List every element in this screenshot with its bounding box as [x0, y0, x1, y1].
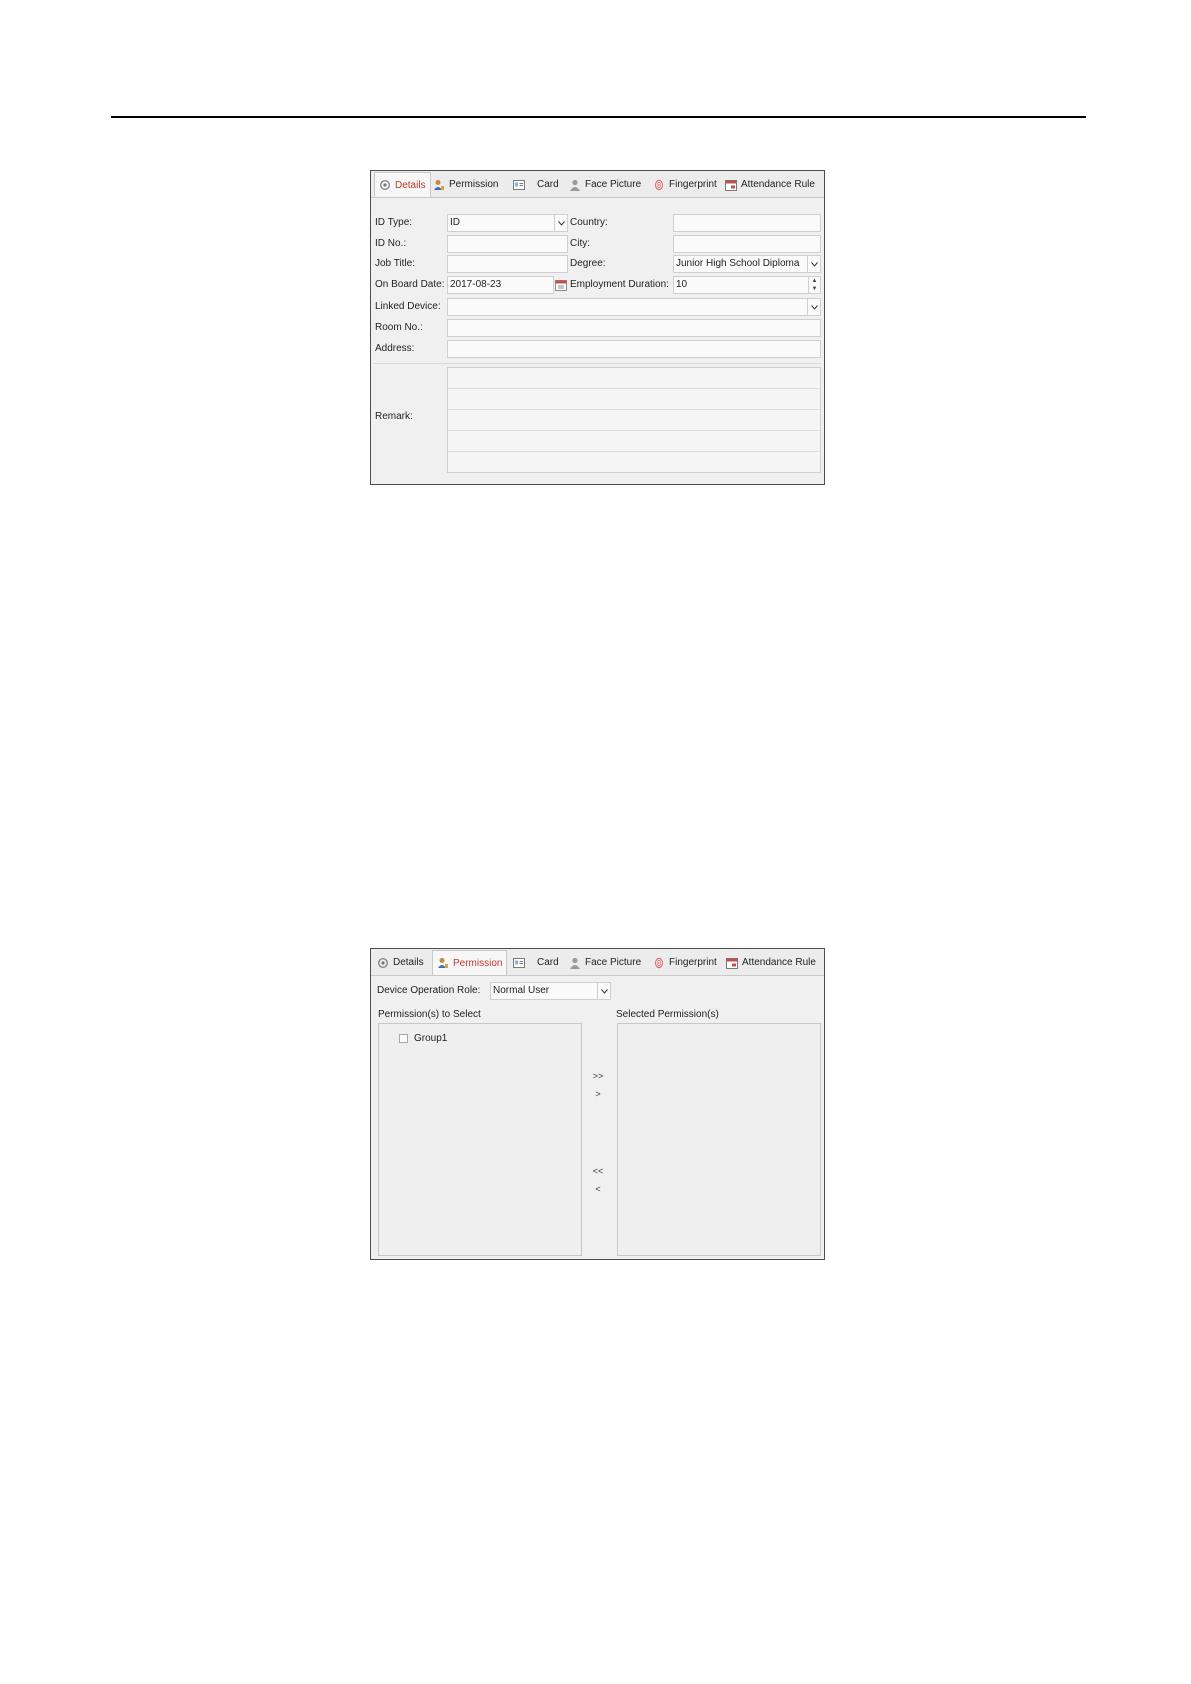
tab-face-picture[interactable]: Face Picture [569, 951, 641, 974]
chevron-down-icon[interactable] [597, 983, 610, 999]
list-item-label: Group1 [414, 1033, 448, 1044]
tab-label: Fingerprint [669, 957, 717, 968]
room-no-label: Room No.: [375, 322, 423, 333]
tab-details[interactable]: Details [377, 951, 424, 974]
linked-device-label: Linked Device: [375, 301, 441, 312]
tab-permission[interactable]: Permission [433, 173, 498, 196]
permissions-to-select-label: Permission(s) to Select [378, 1009, 481, 1020]
chevron-down-icon[interactable] [807, 256, 820, 272]
gear-icon [380, 180, 390, 190]
person-details-panel: Details Permission Card Face Picture Fin… [370, 170, 825, 485]
employment-duration-label: Employment Duration: [570, 279, 669, 290]
tab-label: Details [395, 179, 426, 191]
card-icon [513, 179, 525, 190]
address-label: Address: [375, 343, 415, 354]
card-icon [513, 957, 525, 968]
calendar-icon [725, 179, 737, 191]
tab-attendance-rule[interactable]: Attendance Rule [725, 173, 815, 196]
stepper-buttons: ▲ ▼ [808, 277, 820, 293]
tab-label: Face Picture [585, 957, 642, 968]
tab-face-picture[interactable]: Face Picture [569, 173, 641, 196]
tab-label: Details [393, 957, 424, 968]
tab-label: Attendance Rule [742, 957, 816, 968]
degree-value: Junior High School Diploma [676, 258, 800, 269]
city-label: City: [570, 238, 590, 249]
tab-card[interactable]: Card [513, 173, 559, 196]
page-header-rule [111, 116, 1086, 118]
id-no-field[interactable] [447, 235, 568, 253]
remove-all-button[interactable]: << [588, 1166, 608, 1176]
tab-label: Permission [453, 957, 503, 969]
device-operation-role-value: Normal User [493, 985, 550, 996]
calendar-icon [726, 957, 738, 969]
user-permission-icon [438, 958, 448, 968]
job-title-label: Job Title: [375, 258, 416, 269]
tab-fingerprint[interactable]: Fingerprint [653, 173, 717, 196]
list-item[interactable]: Group1 [399, 1032, 519, 1046]
selected-permissions-list[interactable] [617, 1023, 821, 1256]
country-field[interactable] [673, 214, 821, 232]
person-icon [570, 957, 580, 969]
permissions-to-select-list[interactable]: Group1 [378, 1023, 582, 1256]
user-permission-icon [434, 179, 444, 190]
chevron-down-icon[interactable] [807, 299, 820, 315]
tab-label: Attendance Rule [741, 179, 815, 190]
tab-bar: Details Permission Card Face Picture Fin… [371, 949, 824, 976]
divider [374, 363, 821, 364]
city-field[interactable] [673, 235, 821, 253]
tab-label: Card [537, 957, 559, 968]
id-type-label: ID Type: [375, 217, 413, 228]
remark-label: Remark: [375, 411, 413, 422]
selected-permissions-label: Selected Permission(s) [616, 1009, 719, 1020]
add-all-button[interactable]: >> [588, 1071, 608, 1081]
person-permission-panel: Details Permission Card Face Picture Fin… [370, 948, 825, 1260]
on-board-date-label: On Board Date: [375, 279, 445, 290]
fingerprint-icon [655, 957, 663, 968]
employment-duration-stepper[interactable]: 10 ▲ ▼ [673, 276, 821, 294]
device-operation-role-label: Device Operation Role: [377, 985, 481, 996]
tab-label: Fingerprint [669, 179, 717, 190]
degree-select[interactable]: Junior High School Diploma [673, 255, 821, 273]
chevron-down-icon[interactable] [554, 215, 567, 231]
tab-fingerprint[interactable]: Fingerprint [653, 951, 717, 974]
tab-card[interactable]: Card [513, 951, 559, 974]
fingerprint-icon [655, 179, 663, 190]
remark-textarea[interactable] [447, 367, 821, 473]
person-icon [570, 179, 580, 191]
on-board-date-field[interactable]: 2017-08-23 [447, 276, 554, 294]
address-field[interactable] [447, 340, 821, 358]
job-title-field[interactable] [447, 255, 568, 273]
add-button[interactable]: > [588, 1089, 608, 1099]
remove-button[interactable]: < [588, 1184, 608, 1194]
tab-label: Permission [449, 179, 499, 190]
tab-label: Card [537, 179, 559, 190]
employment-duration-value: 10 [676, 279, 688, 290]
tab-details[interactable]: Details [374, 172, 431, 197]
degree-label: Degree: [570, 258, 606, 269]
tab-permission[interactable]: Permission [432, 950, 508, 975]
tab-label: Face Picture [585, 179, 642, 190]
country-label: Country: [570, 217, 608, 228]
group1-checkbox[interactable] [399, 1034, 408, 1043]
linked-device-select[interactable] [447, 298, 821, 316]
id-type-value: ID [450, 217, 460, 228]
room-no-field[interactable] [447, 319, 821, 337]
id-type-select[interactable]: ID [447, 214, 568, 232]
tab-attendance-rule[interactable]: Attendance Rule [726, 951, 816, 974]
calendar-icon[interactable] [555, 279, 567, 291]
stepper-up-icon[interactable]: ▲ [809, 277, 820, 285]
stepper-down-icon[interactable]: ▼ [809, 285, 820, 293]
id-no-label: ID No.: [375, 238, 407, 249]
device-operation-role-select[interactable]: Normal User [490, 982, 611, 1000]
on-board-date-value: 2017-08-23 [450, 279, 502, 290]
gear-icon [378, 957, 388, 968]
tab-bar: Details Permission Card Face Picture Fin… [371, 171, 824, 198]
